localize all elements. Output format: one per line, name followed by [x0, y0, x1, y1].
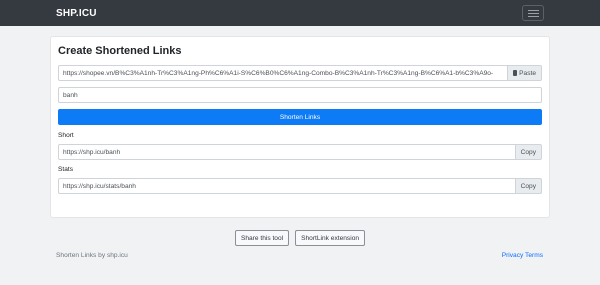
short-result-group: https://shp.icu/banh Copy [58, 144, 542, 160]
alias-input-group: banh [58, 87, 542, 103]
copy-stats-button[interactable]: Copy [515, 178, 542, 194]
stats-url-field[interactable]: https://shp.icu/stats/banh [58, 178, 516, 194]
shorten-card: Create Shortened Links https://shopee.vn… [50, 36, 550, 218]
page-title: Create Shortened Links [58, 45, 182, 57]
clipboard-icon [513, 70, 518, 76]
shorten-button[interactable]: Shorten Links [58, 109, 542, 125]
brand-logo[interactable]: SHP.ICU [56, 8, 97, 19]
url-input[interactable]: https://shopee.vn/B%C3%A1nh-Tr%C3%A1ng-P… [58, 65, 509, 81]
privacy-link[interactable]: Privacy [502, 252, 524, 259]
url-input-group: https://shopee.vn/B%C3%A1nh-Tr%C3%A1ng-P… [58, 65, 542, 81]
copy-short-button[interactable]: Copy [515, 144, 542, 160]
extension-button[interactable]: ShortLink extension [295, 230, 366, 246]
terms-link[interactable]: Terms [525, 252, 543, 259]
stats-label: Stats [58, 166, 74, 173]
footer-links: Privacy Terms [502, 252, 543, 259]
alias-input[interactable]: banh [58, 87, 542, 103]
navbar: SHP.ICU [0, 0, 600, 26]
footer-credit: Shorten Links by shp.icu [56, 252, 128, 259]
paste-label: Paste [519, 69, 536, 77]
footer: Shorten Links by shp.icu Privacy Terms [56, 252, 543, 259]
action-buttons: Share this tool ShortLink extension [0, 230, 600, 246]
stats-result-group: https://shp.icu/stats/banh Copy [58, 178, 542, 194]
hamburger-menu-icon[interactable] [522, 5, 544, 21]
short-label: Short [58, 132, 74, 139]
paste-button[interactable]: Paste [508, 65, 542, 81]
short-url-field[interactable]: https://shp.icu/banh [58, 144, 516, 160]
share-tool-button[interactable]: Share this tool [234, 230, 290, 246]
